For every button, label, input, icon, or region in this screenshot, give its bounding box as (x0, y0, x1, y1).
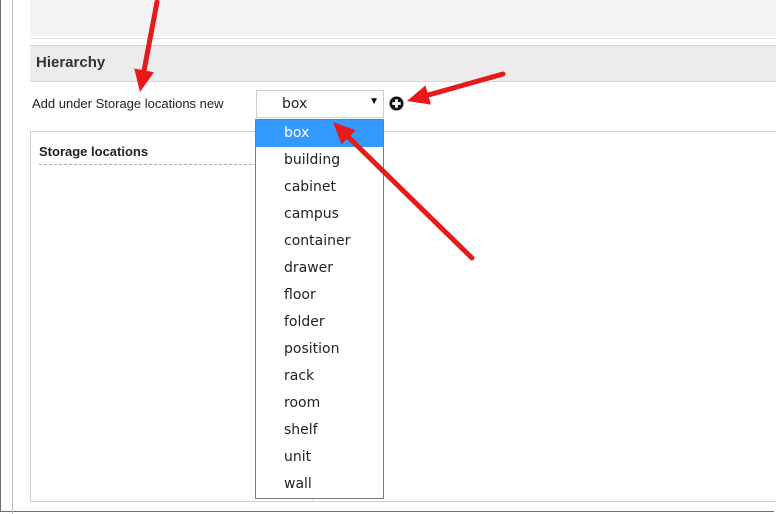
dropdown-option-rack[interactable]: rack (256, 363, 383, 390)
top-strip-divider (30, 36, 776, 38)
location-type-dropdown-list[interactable]: box building cabinet campus container drawer f… (255, 119, 384, 499)
dropdown-option-position[interactable]: position (256, 336, 383, 363)
location-type-select[interactable]: box ▼ (256, 90, 384, 118)
tree-title: Storage locations (39, 144, 149, 159)
dropdown-option-box[interactable]: box (256, 120, 383, 147)
section-title: Hierarchy (36, 54, 106, 71)
dropdown-option-room[interactable]: room (256, 390, 383, 417)
tree-title-divider (39, 164, 257, 165)
dropdown-option-building[interactable]: building (256, 147, 383, 174)
storage-locations-tree: Storage locations (30, 131, 776, 502)
add-under-label: Add under Storage locations new (32, 96, 224, 111)
chevron-down-icon: ▼ (369, 96, 379, 107)
dropdown-option-unit[interactable]: unit (256, 444, 383, 471)
dropdown-option-drawer[interactable]: drawer (256, 255, 383, 282)
dropdown-option-folder[interactable]: folder (256, 309, 383, 336)
hierarchy-section-header: Hierarchy (30, 45, 776, 82)
dropdown-option-cabinet[interactable]: cabinet (256, 174, 383, 201)
dropdown-option-campus[interactable]: campus (256, 201, 383, 228)
top-toolbar-strip (30, 0, 776, 39)
dropdown-option-shelf[interactable]: shelf (256, 417, 383, 444)
dropdown-option-floor[interactable]: floor (256, 282, 383, 309)
dropdown-option-container[interactable]: container (256, 228, 383, 255)
plus-circle-icon[interactable] (389, 96, 404, 111)
select-value: box (282, 96, 308, 112)
dropdown-option-wall[interactable]: wall (256, 471, 383, 498)
